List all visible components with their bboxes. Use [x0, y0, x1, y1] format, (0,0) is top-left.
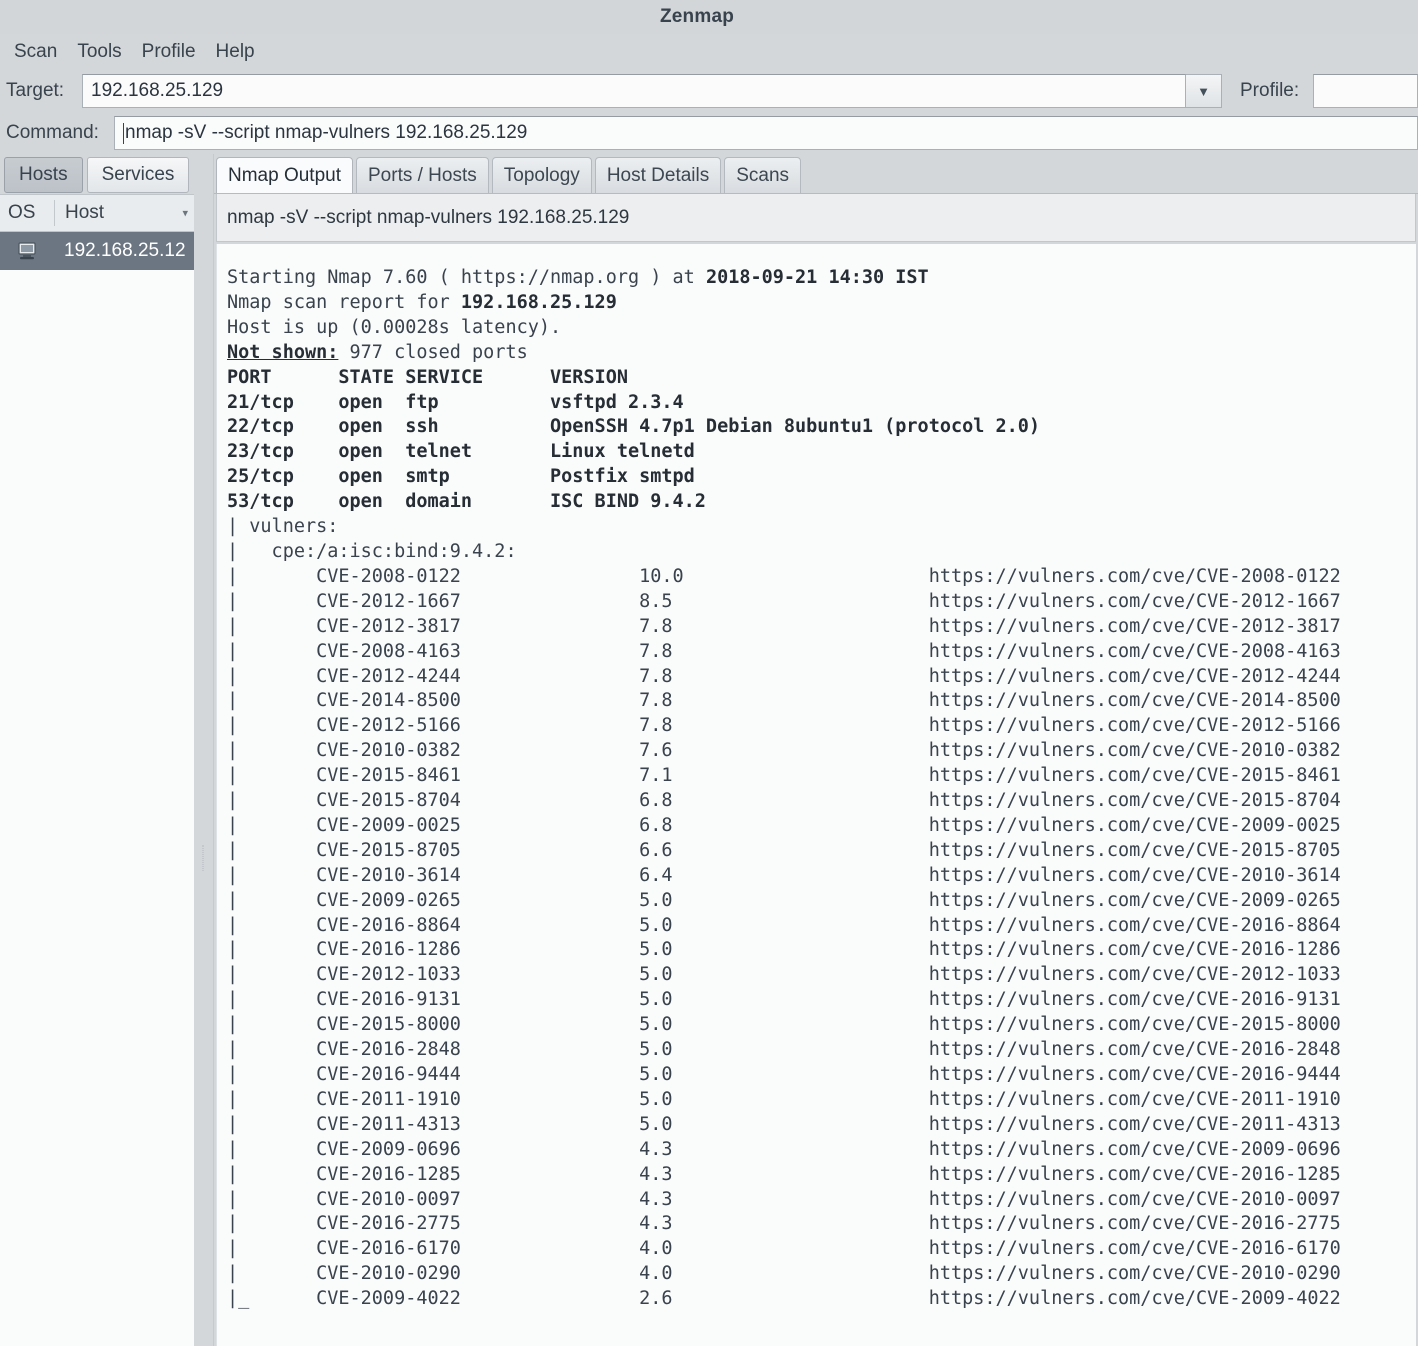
tab-services[interactable]: Services: [86, 157, 190, 193]
host-list-header: OS Host ▾: [0, 194, 194, 232]
target-input[interactable]: 192.168.25.129: [82, 74, 1186, 108]
title-bar: Zenmap: [0, 0, 1418, 34]
sort-caret-icon: ▾: [182, 207, 188, 220]
command-label: Command:: [6, 122, 99, 143]
column-header-host-label: Host: [65, 202, 105, 223]
host-list-item-label: 192.168.25.12: [64, 240, 186, 261]
column-header-os[interactable]: OS: [0, 202, 54, 224]
main-body: Hosts Services OS Host ▾ 192.168.25.12 N…: [0, 154, 1418, 1346]
menu-bar: Scan Tools Profile Help: [0, 34, 1418, 70]
target-row: Target: 192.168.25.129 ▼ Profile:: [0, 70, 1418, 112]
menu-item-scan[interactable]: Scan: [4, 39, 67, 65]
profile-input[interactable]: [1313, 74, 1418, 108]
command-input[interactable]: nmap -sV --script nmap-vulners 192.168.2…: [114, 116, 1418, 150]
nmap-output-text: Starting Nmap 7.60 ( https://nmap.org ) …: [227, 267, 1341, 1310]
tab-hosts[interactable]: Hosts: [4, 157, 83, 193]
nmap-output-pane[interactable]: Starting Nmap 7.60 ( https://nmap.org ) …: [216, 244, 1416, 1346]
host-list: 192.168.25.12: [0, 232, 194, 1346]
right-pane: Nmap Output Ports / Hosts Topology Host …: [214, 154, 1418, 1346]
column-header-host[interactable]: Host ▾: [55, 202, 194, 224]
tab-host-details[interactable]: Host Details: [594, 157, 722, 193]
menu-item-help[interactable]: Help: [206, 39, 265, 65]
profile-label: Profile:: [1240, 80, 1300, 101]
chevron-down-icon: ▼: [1197, 83, 1210, 99]
command-input-value: nmap -sV --script nmap-vulners 192.168.2…: [125, 122, 528, 143]
target-dropdown-button[interactable]: ▼: [1186, 74, 1222, 108]
tab-nmap-output[interactable]: Nmap Output: [216, 157, 353, 193]
zenmap-window: Zenmap Scan Tools Profile Help Target: 1…: [0, 0, 1418, 1346]
text-caret: [123, 122, 124, 144]
window-title: Zenmap: [659, 6, 735, 27]
splitter-grip: [202, 845, 206, 872]
tab-topology[interactable]: Topology: [491, 157, 592, 193]
main-tab-bar: Nmap Output Ports / Hosts Topology Host …: [214, 154, 1418, 194]
target-label: Target:: [6, 80, 65, 101]
pane-splitter[interactable]: [194, 154, 214, 1346]
menu-item-tools[interactable]: Tools: [67, 39, 131, 65]
command-row: Command: nmap -sV --script nmap-vulners …: [0, 112, 1418, 154]
scan-command-display[interactable]: nmap -sV --script nmap-vulners 192.168.2…: [216, 194, 1416, 242]
left-pane: Hosts Services OS Host ▾ 192.168.25.12: [0, 154, 194, 1346]
tab-scans[interactable]: Scans: [724, 157, 802, 193]
tab-ports-hosts[interactable]: Ports / Hosts: [356, 157, 489, 193]
hosts-services-tabs: Hosts Services: [0, 154, 194, 194]
host-list-item[interactable]: 192.168.25.12: [0, 232, 194, 270]
menu-item-profile[interactable]: Profile: [132, 39, 206, 65]
host-computer-icon: [0, 241, 54, 261]
